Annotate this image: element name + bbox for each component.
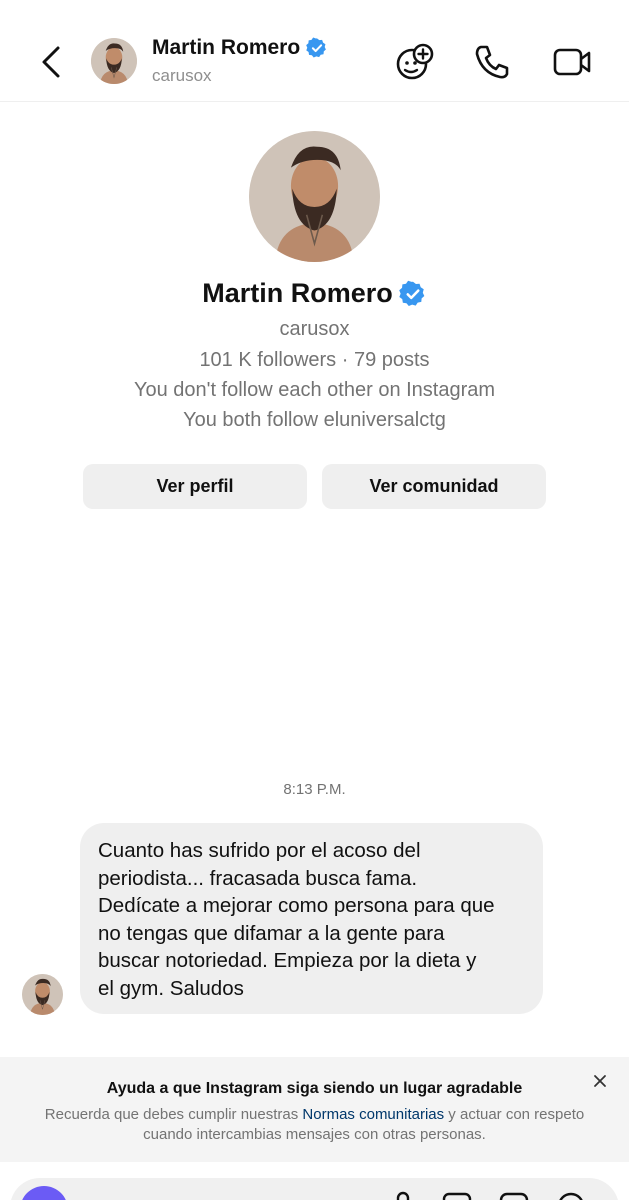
camera-icon: [20, 1186, 68, 1200]
phone-icon[interactable]: [472, 42, 512, 82]
notice-title: Ayuda a que Instagram siga siendo un lug…: [106, 1080, 523, 1097]
profile-name: Martin Romero: [0, 278, 629, 309]
header-username[interactable]: carusox: [152, 66, 212, 86]
header-contact-name[interactable]: Martin Romero: [152, 36, 328, 60]
follow-status: You don't follow each other on Instagram: [133, 379, 496, 401]
mutual-follow: You both follow eluniversalctg: [183, 409, 446, 431]
message-bubble[interactable]: Cuanto has sufrido por el acoso del peri…: [80, 823, 543, 1014]
profile-avatar[interactable]: [249, 131, 380, 262]
view-community-button[interactable]: Ver comunidad: [322, 464, 546, 509]
community-guidelines-link[interactable]: Normas comunitarias: [302, 1106, 444, 1123]
community-notice: Ayuda a que Instagram siga siendo un lug…: [0, 1057, 629, 1162]
verified-badge-icon: [306, 37, 328, 59]
message-timestamp: 8:13 P.M.: [283, 781, 346, 798]
notice-body: Recuerda que debes cumplir nuestras Norm…: [30, 1105, 599, 1145]
view-profile-button[interactable]: Ver perfil: [83, 464, 307, 509]
message-text: Cuanto has sufrido por el acoso del peri…: [98, 839, 495, 1000]
back-chevron-icon[interactable]: [36, 42, 68, 82]
notice-body-start: Recuerda que debes cumplir nuestras: [44, 1106, 303, 1123]
add-people-icon[interactable]: [394, 42, 434, 82]
message-composer: [0, 1162, 629, 1200]
header-avatar[interactable]: [91, 38, 137, 84]
plus-icon[interactable]: [556, 1190, 586, 1200]
video-camera-icon[interactable]: [552, 42, 592, 82]
close-icon[interactable]: [592, 1073, 608, 1089]
header-name-text: Martin Romero: [152, 36, 301, 59]
verified-badge-icon: [399, 280, 427, 308]
chat-header: Martin Romero carusox: [0, 0, 629, 102]
image-icon[interactable]: [442, 1190, 472, 1200]
sticker-icon[interactable]: [499, 1190, 529, 1200]
profile-username: carusox: [279, 318, 350, 340]
profile-stats: 101 K followers · 79 posts: [199, 349, 430, 371]
camera-button[interactable]: [20, 1186, 68, 1200]
profile-name-text: Martin Romero: [202, 278, 393, 308]
sender-avatar[interactable]: [22, 974, 63, 1015]
microphone-icon[interactable]: [388, 1190, 418, 1200]
